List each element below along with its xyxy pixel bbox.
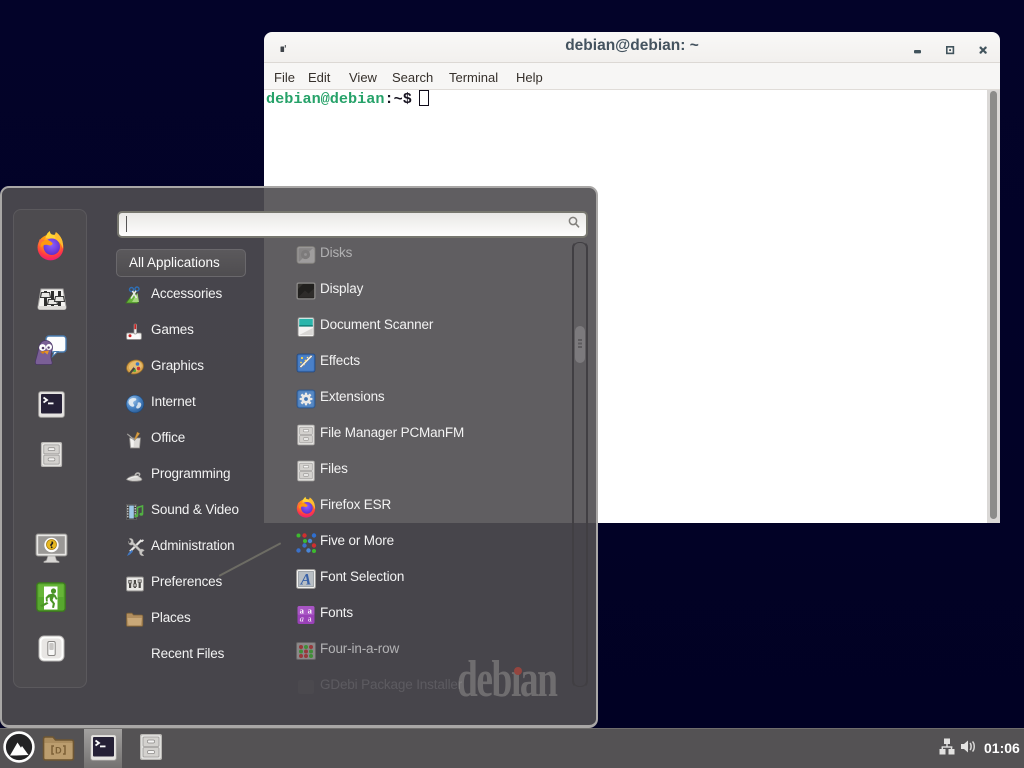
svg-text:a: a: [308, 614, 312, 624]
svg-text:a: a: [300, 614, 304, 624]
svg-text:D: D: [55, 746, 62, 756]
svg-text:A: A: [300, 572, 312, 589]
